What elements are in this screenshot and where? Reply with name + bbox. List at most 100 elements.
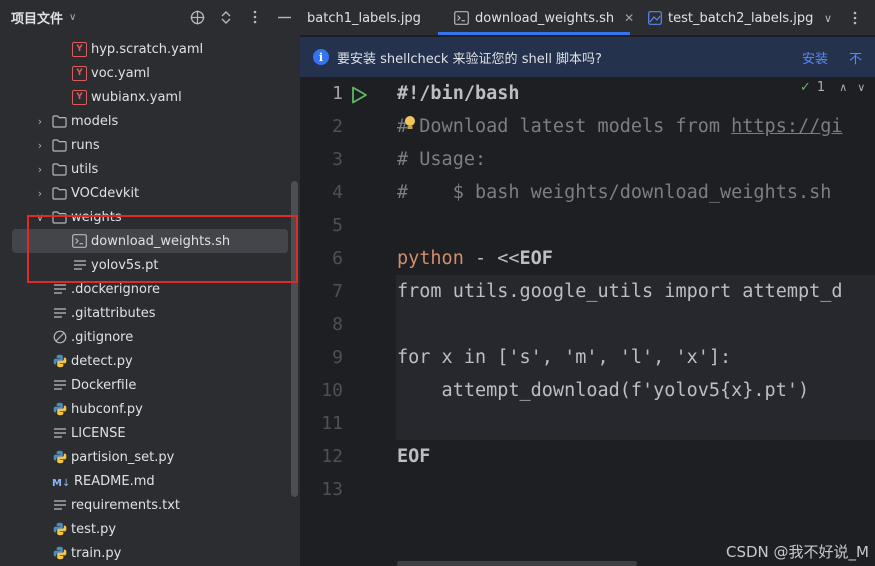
tree-item[interactable]: M ↓ README.md [0, 469, 290, 493]
line-number: 1 [332, 83, 343, 104]
code-line[interactable]: attempt_download(f'yolov5{x}.pt') [397, 374, 810, 407]
chevron-down-icon[interactable]: ∨ [69, 12, 76, 23]
tree-item[interactable]: Dockerfile [0, 373, 290, 397]
tree-item[interactable]: LICENSE [0, 421, 290, 445]
ignore-file-icon [52, 330, 67, 345]
intention-bulb-icon[interactable] [404, 115, 416, 135]
yaml-file-icon: Y [72, 65, 87, 81]
yaml-file-icon: Y [72, 89, 87, 105]
terminal-icon [454, 11, 469, 25]
text-file-icon [52, 378, 67, 393]
tree-item[interactable]: test.py [0, 517, 290, 541]
python-icon [52, 546, 67, 561]
editor-area: batch1_labels.jpg download_weights.sh ✕ … [300, 0, 875, 566]
tab-label: test_batch2_labels.jpg [668, 10, 814, 26]
tree-item-label: hyp.scratch.yaml [91, 41, 204, 57]
tree-item[interactable]: Yhyp.scratch.yaml [0, 37, 290, 61]
code-line[interactable]: # $ bash weights/download_weights.sh [397, 176, 831, 209]
line-number: 8 [332, 314, 343, 335]
chevron-right-icon[interactable]: › [34, 163, 46, 176]
code-line[interactable]: # Download latest models from https://gi [397, 110, 843, 143]
editor-horizontal-scrollbar[interactable] [397, 561, 637, 566]
code-line[interactable]: #!/bin/bash [397, 77, 520, 110]
inspection-count: 1 [816, 80, 826, 95]
expand-collapse-icon[interactable] [218, 9, 234, 25]
python-icon [52, 354, 67, 369]
tree-item-label: LICENSE [71, 425, 126, 441]
text-file-icon [52, 498, 67, 513]
line-number: 9 [332, 347, 343, 368]
crosshair-icon[interactable] [189, 9, 205, 25]
text-file-icon [52, 306, 67, 321]
chevron-right-icon[interactable]: › [34, 139, 46, 152]
tree-item-label: train.py [71, 545, 122, 561]
tree-item-label: hubconf.py [71, 401, 143, 417]
tree-item-label: runs [71, 137, 100, 153]
more-icon[interactable] [247, 9, 263, 25]
folder-icon [52, 162, 67, 177]
chevron-right-icon[interactable]: › [34, 187, 46, 200]
tree-item[interactable]: › VOCdevkit [0, 181, 290, 205]
tree-item[interactable]: partision_set.py [0, 445, 290, 469]
tree-item-label: README.md [74, 473, 155, 489]
tab-batch1-labels[interactable]: batch1_labels.jpg [307, 0, 421, 36]
chevron-up-icon[interactable]: ∧ [839, 81, 847, 94]
close-icon[interactable]: ✕ [624, 11, 634, 25]
project-panel-title[interactable]: 项目文件 [11, 8, 63, 27]
minimize-icon[interactable] [276, 9, 292, 25]
code-line[interactable]: EOF [397, 440, 430, 473]
tab-download-weights[interactable]: download_weights.sh ✕ [454, 0, 634, 36]
folder-icon [52, 138, 67, 153]
tree-item-label: detect.py [71, 353, 133, 369]
editor-tabs: batch1_labels.jpg download_weights.sh ✕ … [300, 0, 875, 36]
run-icon[interactable] [350, 86, 368, 108]
tree-item[interactable]: train.py [0, 541, 290, 565]
banner-message: 要安装 shellcheck 来验证您的 shell 脚本吗? [337, 51, 602, 67]
line-number: 13 [321, 479, 343, 500]
tree-item-label: .gitignore [71, 329, 134, 345]
tree-item[interactable]: detect.py [0, 349, 290, 373]
tree-item-label: test.py [71, 521, 117, 537]
inspection-widget[interactable]: ✓ 1 ∧ ∨ [800, 80, 865, 95]
code-line[interactable]: from utils.google_utils import attempt_d [397, 275, 843, 308]
tree-item[interactable]: Yvoc.yaml [0, 61, 290, 85]
active-tab-indicator [438, 32, 630, 35]
tree-item-label: requirements.txt [71, 497, 181, 513]
python-icon [52, 522, 67, 537]
tree-item-label: Dockerfile [71, 377, 137, 393]
line-number: 5 [332, 215, 343, 236]
line-highlight [396, 407, 875, 440]
tree-item-label: .gitattributes [71, 305, 156, 321]
dismiss-link[interactable]: 不 [849, 48, 862, 67]
line-highlight [396, 308, 875, 341]
tree-item[interactable]: .gitattributes [0, 301, 290, 325]
tree-item[interactable]: › runs [0, 133, 290, 157]
check-icon: ✓ [800, 80, 811, 95]
tree-item[interactable]: › models [0, 109, 290, 133]
folder-icon [52, 114, 67, 129]
chevron-right-icon[interactable]: › [34, 115, 46, 128]
shellcheck-banner: i 要安装 shellcheck 来验证您的 shell 脚本吗? 安装 不 [300, 37, 875, 77]
python-icon [52, 450, 67, 465]
tabs-dropdown-icon[interactable]: ∨ [824, 0, 832, 36]
tree-item[interactable]: .gitignore [0, 325, 290, 349]
tree-item-label: wubianx.yaml [91, 89, 182, 105]
info-icon: i [313, 49, 329, 65]
line-number: 2 [332, 116, 343, 137]
more-icon[interactable] [853, 0, 857, 36]
tree-item[interactable]: Ywubianx.yaml [0, 85, 290, 109]
line-number: 10 [321, 380, 343, 401]
tree-item[interactable]: requirements.txt [0, 493, 290, 517]
code-line[interactable]: # Usage: [397, 143, 486, 176]
tree-item[interactable]: › utils [0, 157, 290, 181]
tree-item-label: VOCdevkit [71, 185, 140, 201]
line-number: 7 [332, 281, 343, 302]
tree-item-label: .dockerignore [71, 281, 161, 297]
code-line[interactable]: for x in ['s', 'm', 'l', 'x']: [397, 341, 731, 374]
tree-item-label: models [71, 113, 119, 129]
tab-test-batch2-labels[interactable]: test_batch2_labels.jpg [648, 0, 813, 36]
code-line[interactable]: python - <<EOF [397, 242, 553, 275]
install-link[interactable]: 安装 [802, 48, 828, 67]
chevron-down-icon[interactable]: ∨ [857, 81, 865, 94]
tree-item[interactable]: hubconf.py [0, 397, 290, 421]
